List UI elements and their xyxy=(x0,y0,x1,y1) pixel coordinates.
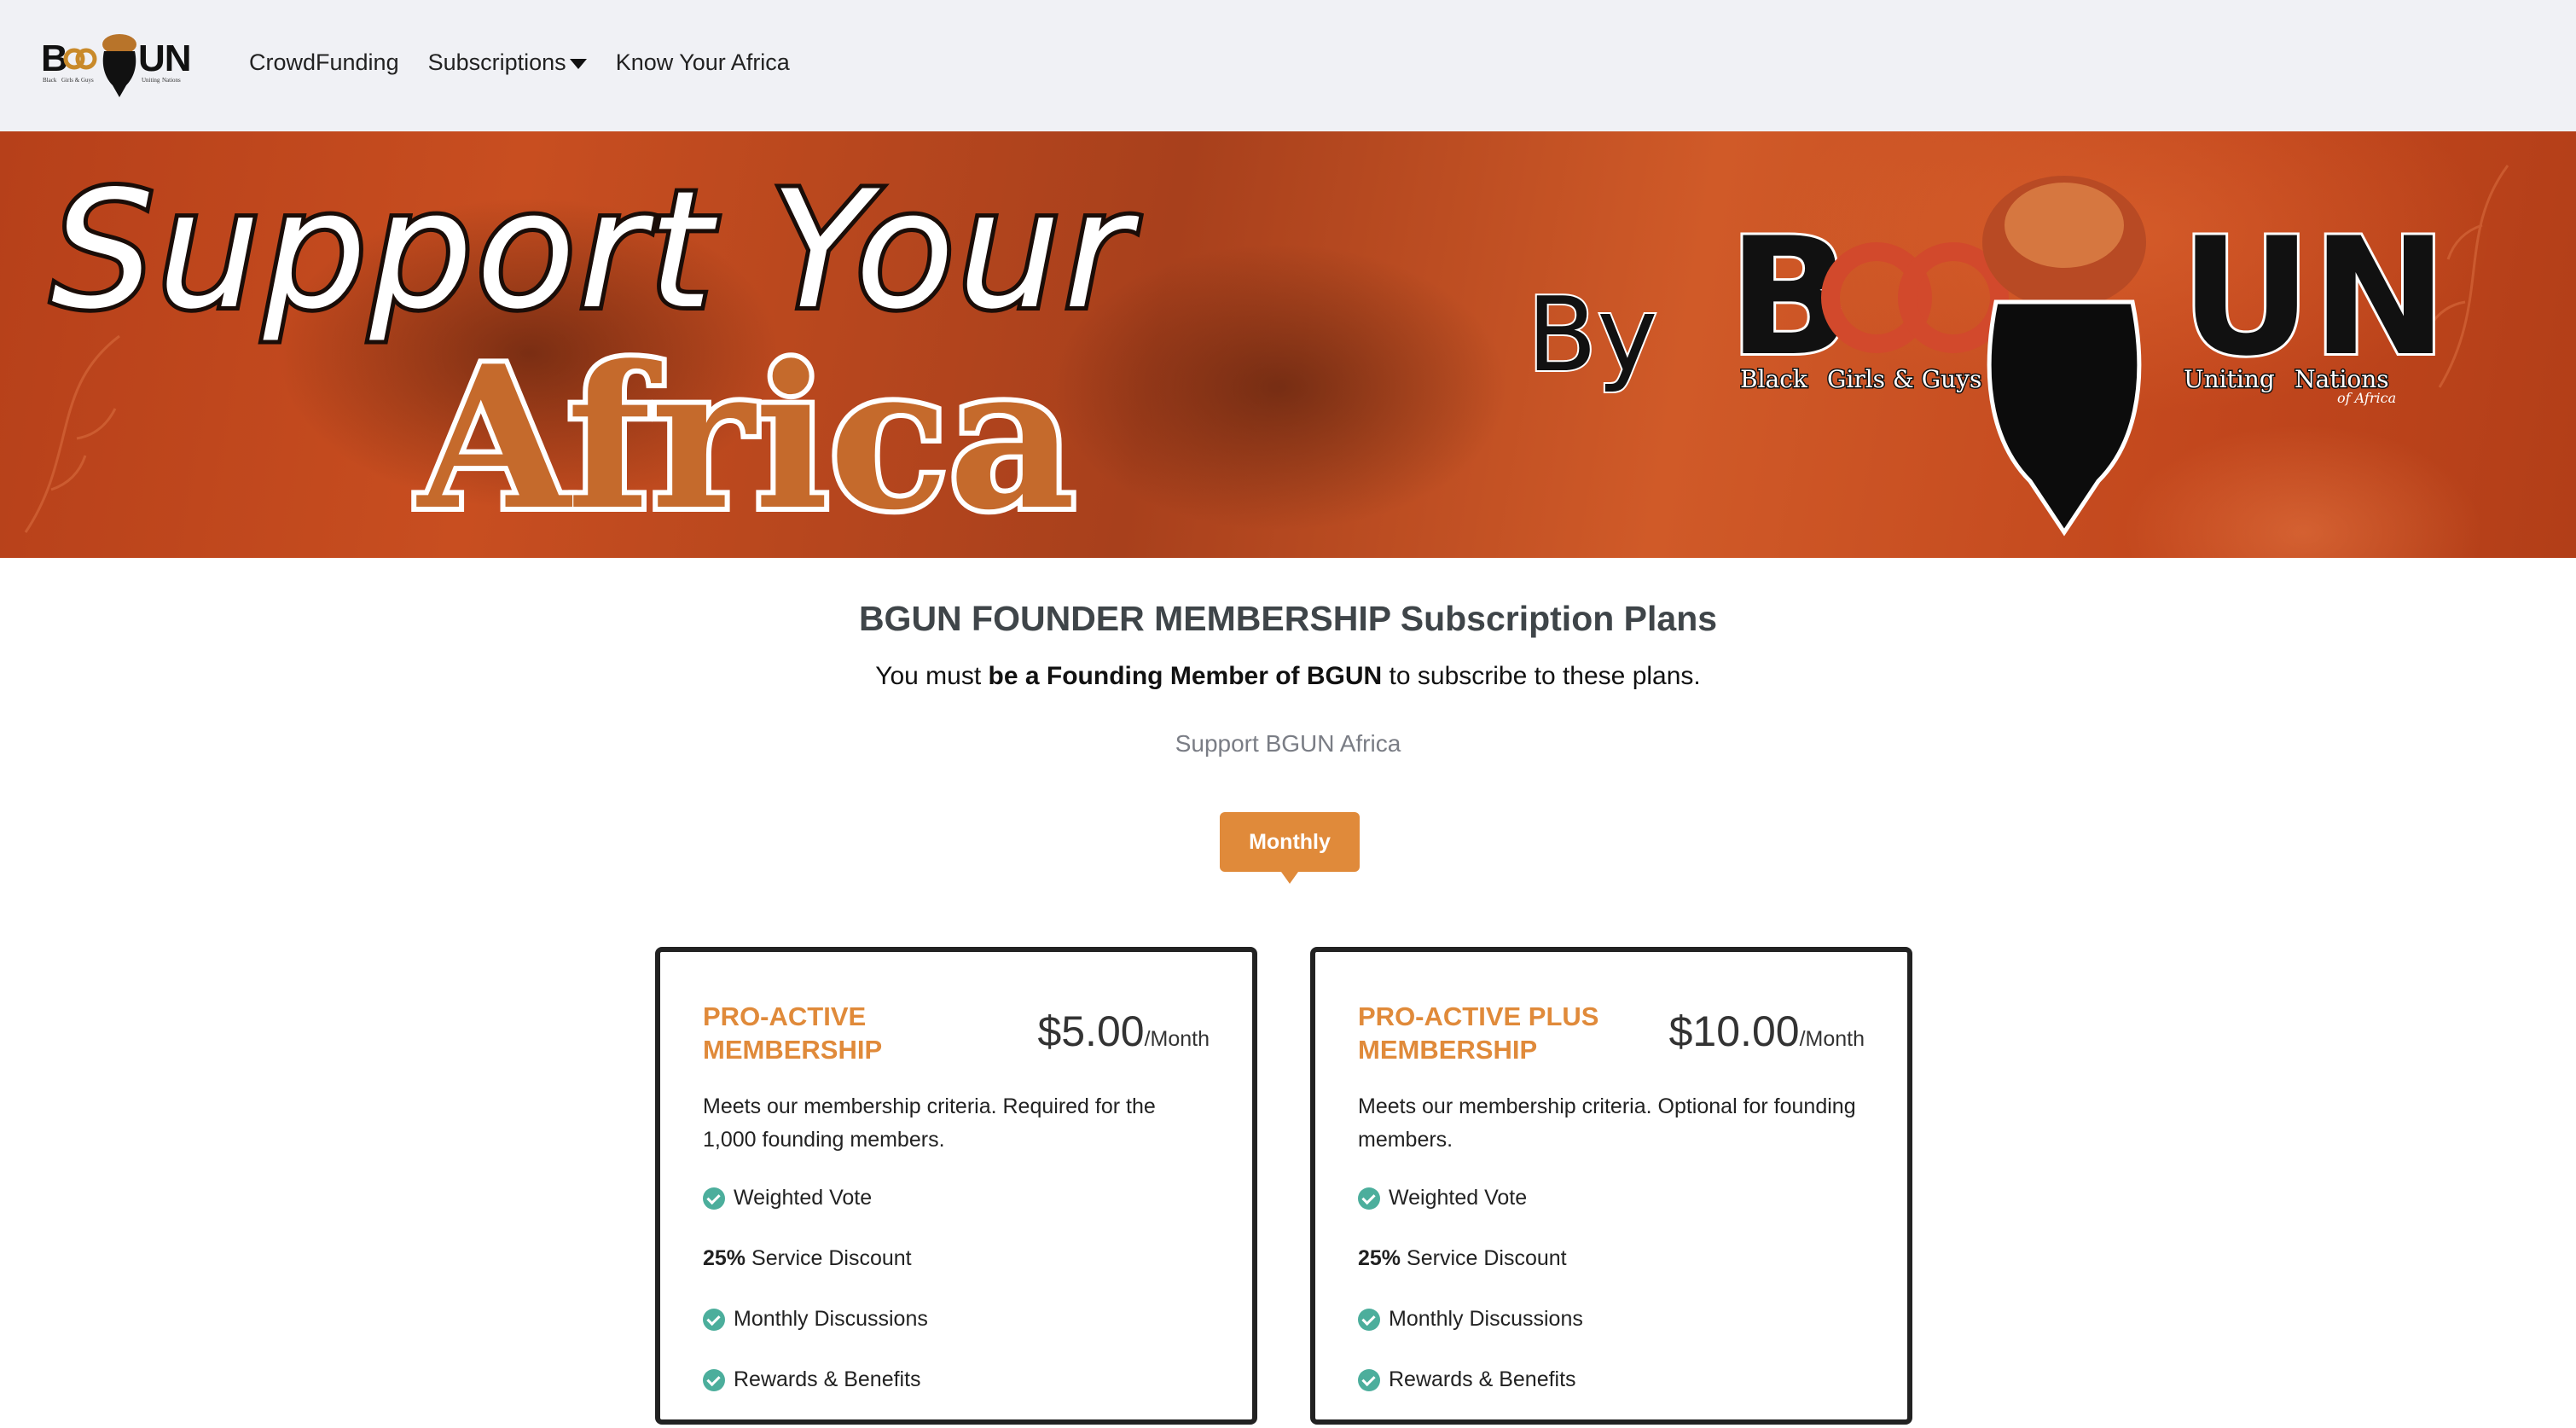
nav-link-label: CrowdFunding xyxy=(249,49,399,75)
nav-link-know-your-africa[interactable]: Know Your Africa xyxy=(616,49,790,76)
feature-text: Rewards & Benefits xyxy=(1389,1367,1576,1391)
feature-text: Service Discount xyxy=(1407,1246,1567,1270)
logo-tiny-nations: Nations xyxy=(162,77,181,84)
plan-features: Weighted Vote 25% Service Discount Monthl… xyxy=(703,1186,928,1428)
feature-item: Rewards & Benefits xyxy=(1358,1367,1583,1428)
price-amount: $10.00 xyxy=(1668,1007,1800,1055)
hero-brand-sub: of Africa xyxy=(2337,390,2396,406)
plan-name: PRO-ACTIVE PLUS MEMBERSHIP xyxy=(1358,1000,1614,1066)
plan-price: $5.00/Month xyxy=(1037,1007,1210,1056)
plan-name-line-1: PRO-ACTIVE xyxy=(703,1001,867,1031)
feature-item: 25% Service Discount xyxy=(1358,1246,1583,1307)
check-circle-icon xyxy=(703,1369,725,1391)
feature-text: Weighted Vote xyxy=(734,1186,873,1210)
feature-item: 25% Service Discount xyxy=(703,1246,928,1307)
feature-bold: 25% xyxy=(1358,1246,1401,1270)
price-amount: $5.00 xyxy=(1037,1007,1145,1055)
plan-name: PRO-ACTIVE MEMBERSHIP xyxy=(703,1000,959,1066)
plan-price: $10.00/Month xyxy=(1669,1007,1865,1056)
feature-text: Weighted Vote xyxy=(1389,1186,1528,1210)
nav-link-label: Subscriptions xyxy=(427,49,566,75)
page-title: BGUN FOUNDER MEMBERSHIP Subscription Pla… xyxy=(858,599,1718,638)
hero-by: By xyxy=(1527,276,1657,395)
feature-item: Weighted Vote xyxy=(1358,1186,1583,1246)
plan-name-line-1: PRO-ACTIVE PLUS xyxy=(1358,1001,1599,1031)
hero-line-1: Support Your xyxy=(51,156,1139,345)
feature-item: Rewards & Benefits xyxy=(703,1367,928,1428)
feature-item: Monthly Discussions xyxy=(1358,1307,1583,1367)
subtitle-suffix: to subscribe to these plans. xyxy=(1382,662,1701,690)
hero-brand-gg-icon xyxy=(1821,242,2009,353)
caret-down-icon xyxy=(569,58,587,69)
plan-features: Weighted Vote 25% Service Discount Monthl… xyxy=(1358,1186,1583,1428)
feature-item: Weighted Vote xyxy=(703,1186,928,1246)
feature-text: Monthly Discussions xyxy=(734,1307,928,1331)
price-period: /Month xyxy=(1144,1027,1210,1051)
feature-text: Service Discount xyxy=(751,1246,912,1270)
hero-artwork: Support Your Africa By B UN Black Girls … xyxy=(24,152,2509,558)
subtitle-bold: be a Founding Member of BGUN xyxy=(988,662,1383,690)
nav-link-subscriptions[interactable]: Subscriptions xyxy=(428,49,587,76)
hero-brand-word-girls-guys: Girls & Guys xyxy=(1827,365,1981,393)
check-circle-icon xyxy=(703,1309,725,1331)
billing-toggle-monthly[interactable]: Monthly xyxy=(1220,812,1360,884)
plan-card: PRO-ACTIVE PLUS MEMBERSHIP $10.00/Month … xyxy=(1310,947,1912,1425)
plan-description: Meets our membership criteria. Required … xyxy=(703,1094,1156,1152)
logo-tiny-uniting: Uniting xyxy=(142,77,160,84)
nav-links: CrowdFunding Subscriptions Know Your Afr… xyxy=(249,49,790,76)
logo-tiny-girls-guys: Girls & Guys xyxy=(61,77,94,84)
hero-brand-word-uniting: Uniting xyxy=(2184,365,2275,393)
feature-bold: 25% xyxy=(703,1246,746,1270)
plan-name-line-2: MEMBERSHIP xyxy=(703,1035,883,1065)
bggun-logo[interactable]: B UN Black Girls & Guys Uniting Nations xyxy=(41,32,192,101)
page-subtitle: You must be a Founding Member of BGUN to… xyxy=(0,662,2576,691)
plan-card: PRO-ACTIVE MEMBERSHIP $5.00/Month Meets … xyxy=(655,947,1257,1425)
logo-gg-icon xyxy=(63,48,97,70)
logo-tiny-black: Black xyxy=(43,77,57,84)
subtitle-prefix: You must xyxy=(875,662,989,690)
nav-link-crowdfunding[interactable]: CrowdFunding xyxy=(249,49,399,76)
check-circle-icon xyxy=(1358,1309,1380,1331)
hero-brand-head-silhouette-icon xyxy=(1982,176,2146,537)
price-period: /Month xyxy=(1799,1027,1865,1051)
support-text: Support BGUN Africa xyxy=(1175,730,1401,757)
feature-text: Rewards & Benefits xyxy=(734,1367,921,1391)
feature-text: Monthly Discussions xyxy=(1389,1307,1583,1331)
check-circle-icon xyxy=(1358,1369,1380,1391)
hero-brand-word-black: Black xyxy=(1740,365,1808,393)
plan-name-line-2: MEMBERSHIP xyxy=(1358,1035,1538,1065)
check-circle-icon xyxy=(703,1187,725,1210)
logo-head-silhouette-icon xyxy=(102,34,136,97)
hero-banner: Support Your Africa By B UN Black Girls … xyxy=(0,131,2576,558)
nav-link-label: Know Your Africa xyxy=(615,49,790,75)
plan-description: Meets our membership criteria. Optional … xyxy=(1358,1094,1856,1152)
navbar: B UN Black Girls & Guys Uniting Nations … xyxy=(0,0,2576,131)
hero-line-2: Africa xyxy=(416,323,1076,554)
hero-brand-un: UN xyxy=(2180,203,2447,392)
logo-letters-un: UN xyxy=(138,38,192,79)
feature-item: Monthly Discussions xyxy=(703,1307,928,1367)
check-circle-icon xyxy=(1358,1187,1380,1210)
